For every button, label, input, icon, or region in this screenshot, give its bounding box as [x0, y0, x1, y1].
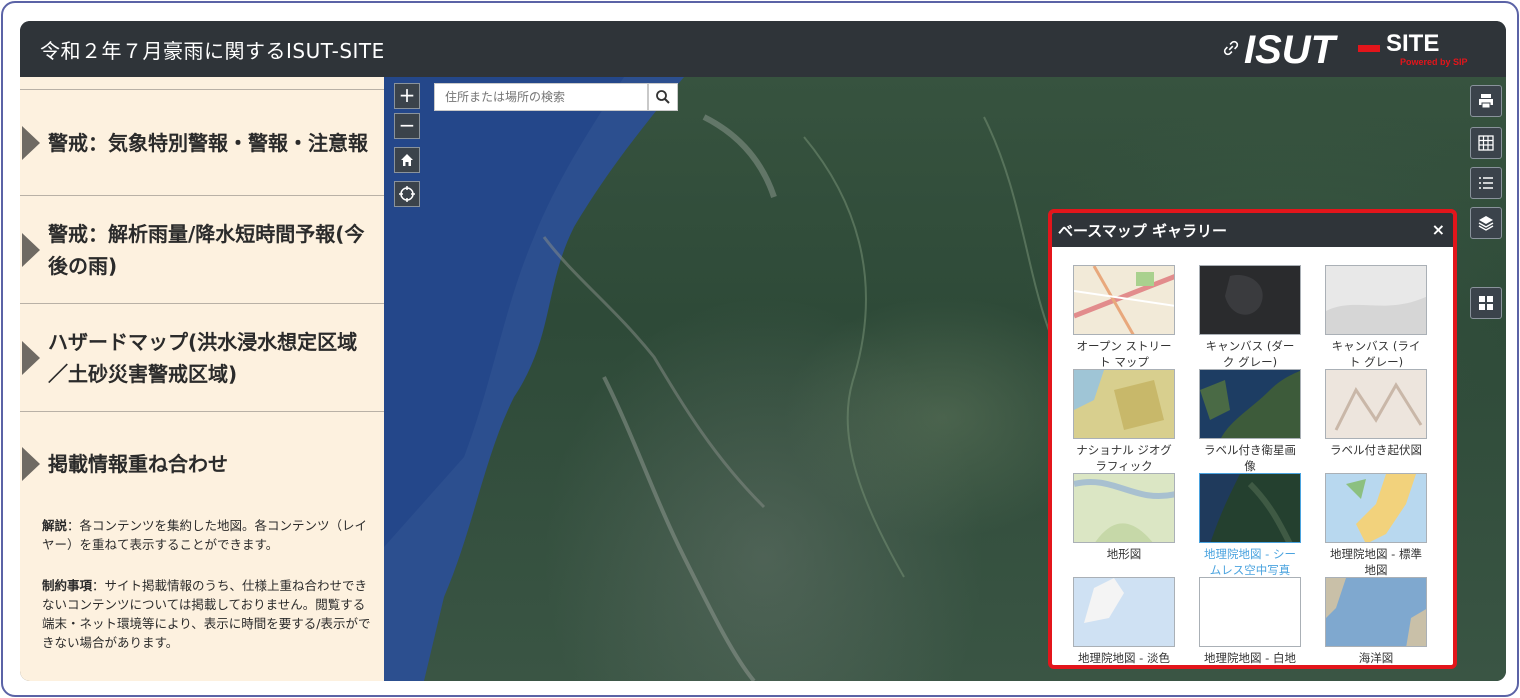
basemap-thumbnail: [1199, 369, 1301, 439]
svg-text:Powered by SIP: Powered by SIP: [1400, 57, 1468, 67]
description-note-title: 解説: [42, 518, 68, 533]
basemap-tile-label: 地理院地図 - シームレス空中写真: [1204, 547, 1296, 577]
basemap-thumbnail: [1073, 265, 1175, 335]
sidebar-item-rainfall-analysis[interactable]: 警戒：解析雨量/降水短時間予報(今後の雨): [20, 196, 384, 304]
gallery-header: ベースマップ ギャラリー ×: [1052, 213, 1453, 247]
basemap-tile-gsi-standard[interactable]: 地理院地図 - 標準地図: [1324, 473, 1428, 577]
basemap-thumbnail: [1199, 265, 1301, 335]
gallery-title: ベースマップ ギャラリー: [1058, 221, 1228, 240]
basemap-gallery-panel: ベースマップ ギャラリー × オープン ストリート マップ キャンバス (ダーク…: [1048, 209, 1457, 669]
basemap-tile-light-gray[interactable]: キャンバス (ライト グレー): [1324, 265, 1428, 369]
basemap-tile-label: 海洋図: [1358, 651, 1394, 665]
basemap-tile-gsi-pale[interactable]: 地理院地図 - 淡色: [1072, 577, 1176, 665]
basemap-tile-label: 地形図: [1106, 547, 1142, 561]
basemap-tile-shaded-relief[interactable]: ラベル付き起伏図: [1324, 369, 1428, 473]
print-button[interactable]: [1470, 85, 1502, 117]
grid-icon: [1479, 296, 1493, 310]
search-icon: [656, 90, 670, 104]
basemap-thumbnail: [1199, 473, 1301, 543]
basemap-tile-oceans[interactable]: 海洋図: [1324, 577, 1428, 665]
basemap-tile-label: キャンバス (ライト グレー): [1331, 339, 1421, 369]
basemap-tile-osm[interactable]: オープン ストリート マップ: [1072, 265, 1176, 369]
basemap-tile-gsi-photo[interactable]: 地理院地図 - シームレス空中写真: [1198, 473, 1302, 577]
expand-arrow-icon: [22, 125, 40, 160]
locate-icon: [399, 186, 415, 202]
basemap-thumbnail: [1073, 577, 1175, 647]
basemap-tile-gsi-blank[interactable]: 地理院地図 - 白地: [1198, 577, 1302, 665]
sidebar-item-label: 警戒：解析雨量/降水短時間予報(今後の雨): [48, 221, 365, 278]
screenshot-frame: 令和２年７月豪雨に関するISUT-SITE ISUT SITE Powered …: [1, 1, 1519, 697]
link-icon[interactable]: [1222, 39, 1240, 57]
app-header: 令和２年７月豪雨に関するISUT-SITE ISUT SITE Powered …: [20, 21, 1506, 77]
table-icon: [1478, 135, 1494, 151]
search-button[interactable]: [648, 83, 678, 111]
basemap-thumbnail: [1073, 473, 1175, 543]
basemap-tile-label: 地理院地図 - 淡色: [1078, 651, 1170, 665]
basemap-tile-national-geographic[interactable]: ナショナル ジオグラフィック: [1072, 369, 1176, 473]
basemap-tile-label: ラベル付き起伏図: [1330, 443, 1422, 457]
page-title: 令和２年７月豪雨に関するISUT-SITE: [40, 38, 385, 63]
basemap-thumbnail: [1325, 265, 1427, 335]
expand-arrow-icon: [22, 340, 40, 375]
basemap-tile-label: 地理院地図 - 標準地図: [1330, 547, 1422, 577]
basemap-tile-label: ナショナル ジオグラフィック: [1076, 443, 1172, 473]
expand-arrow-icon: [22, 447, 40, 481]
zoom-out-button[interactable]: −: [394, 113, 420, 139]
layer-list-button[interactable]: [1470, 207, 1502, 239]
expand-arrow-icon: [22, 232, 40, 267]
restriction-note: 制約事項：サイト掲載情報のうち、仕様上重ね合わせできないコンテンツについては掲載…: [20, 576, 384, 652]
isut-site-logo: ISUT SITE Powered by SIP: [1244, 29, 1468, 69]
basemap-thumbnail: [1073, 369, 1175, 439]
restriction-note-body: ：サイト掲載情報のうち、仕様上重ね合わせできないコンテンツについては掲載しており…: [42, 578, 371, 650]
restriction-note-title: 制約事項: [42, 578, 93, 593]
basemap-gallery-button[interactable]: [1470, 287, 1502, 319]
sidebar-item-label: ハザードマップ(洪水浸水想定区域／土砂災害警戒区域): [48, 329, 358, 386]
sidebar: 警戒：気象特別警報・警報・注意報 警戒：解析雨量/降水短時間予報(今後の雨) ハ…: [20, 77, 384, 681]
description-note-body: ：各コンテンツを集約した地図。各コンテンツ（レイヤー）を重ねて表示することができ…: [42, 518, 368, 552]
description-note: 解説：各コンテンツを集約した地図。各コンテンツ（レイヤー）を重ねて表示することが…: [20, 516, 384, 554]
basemap-tile-dark-gray[interactable]: キャンバス (ダーク グレー): [1198, 265, 1302, 369]
sidebar-item-label: 掲載情報重ね合わせ: [48, 452, 228, 476]
basemap-tile-label: 地理院地図 - 白地: [1204, 651, 1296, 665]
basemap-tile-topographic[interactable]: 地形図: [1072, 473, 1176, 577]
svg-text:ISUT: ISUT: [1244, 29, 1339, 69]
zoom-in-button[interactable]: +: [394, 83, 420, 109]
locate-button[interactable]: [394, 181, 420, 207]
svg-text:SITE: SITE: [1386, 30, 1439, 57]
legend-button[interactable]: [1470, 167, 1502, 199]
sidebar-item-hazard-map[interactable]: ハザードマップ(洪水浸水想定区域／土砂災害警戒区域): [20, 304, 384, 412]
sidebar-item-label: 警戒：気象特別警報・警報・注意報: [48, 130, 368, 155]
close-icon[interactable]: ×: [1432, 220, 1445, 239]
basemap-thumbnail: [1199, 577, 1301, 647]
basemap-thumbnail: [1325, 369, 1427, 439]
basemap-thumbnail: [1325, 577, 1427, 647]
basemap-thumbnail: [1325, 473, 1427, 543]
sidebar-item-weather-warnings[interactable]: 警戒：気象特別警報・警報・注意報: [20, 89, 384, 196]
basemap-tile-label: ラベル付き衛星画像: [1204, 443, 1296, 473]
layers-icon: [1478, 216, 1494, 231]
basemap-tile-label: キャンバス (ダーク グレー): [1205, 339, 1295, 369]
home-icon: [401, 154, 413, 166]
table-button[interactable]: [1470, 127, 1502, 159]
home-button[interactable]: [394, 147, 420, 173]
legend-list-icon: [1479, 177, 1493, 189]
basemap-tile-imagery-labels[interactable]: ラベル付き衛星画像: [1198, 369, 1302, 473]
basemap-tile-label: オープン ストリート マップ: [1076, 339, 1172, 369]
search-input[interactable]: [434, 83, 648, 111]
print-icon: [1479, 94, 1493, 109]
sidebar-item-overlay[interactable]: 掲載情報重ね合わせ: [20, 412, 384, 516]
